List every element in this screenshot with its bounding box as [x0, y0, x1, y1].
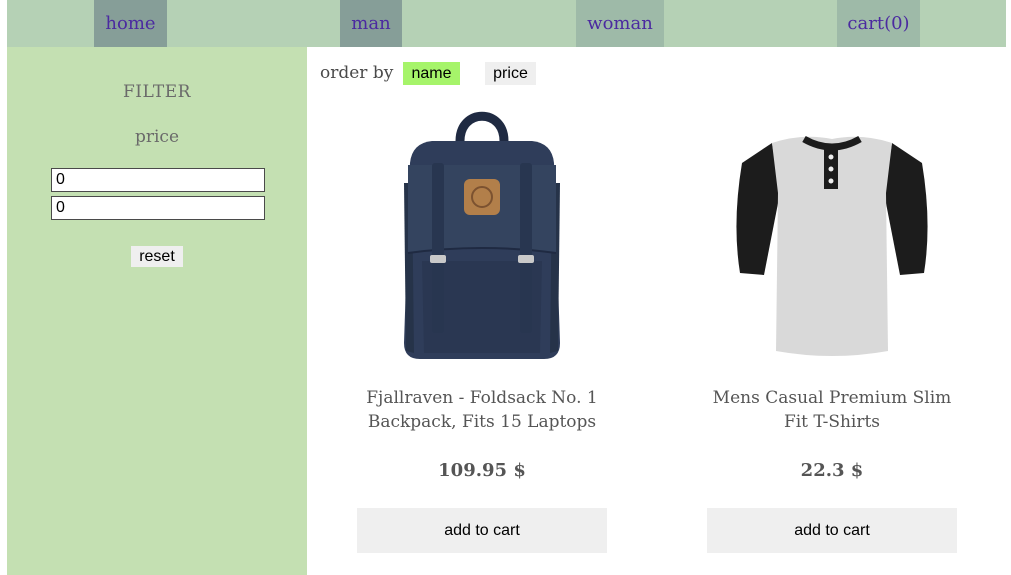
- price-filter-label: price: [134, 127, 180, 147]
- product-name[interactable]: Fjallraven - Foldsack No. 1 Backpack, Fi…: [357, 386, 607, 434]
- max-price-input[interactable]: [51, 196, 265, 220]
- nav-home[interactable]: home: [94, 0, 167, 47]
- currency-symbol: $: [850, 460, 864, 481]
- nav-man[interactable]: man: [340, 0, 402, 47]
- filter-title: FILTER: [123, 82, 191, 102]
- price-value: 109.95: [438, 460, 508, 481]
- product-price: 109.95 $: [357, 460, 607, 481]
- order-by-label: order by: [320, 63, 394, 83]
- add-to-cart-button[interactable]: add to cart: [357, 508, 607, 553]
- product-price: 22.3 $: [707, 460, 957, 481]
- backpack-image[interactable]: [352, 103, 612, 365]
- sort-by-name-button[interactable]: name: [403, 62, 460, 85]
- min-price-input[interactable]: [51, 168, 265, 192]
- sort-by-price-button[interactable]: price: [485, 62, 536, 85]
- reset-button[interactable]: reset: [131, 246, 183, 267]
- tshirt-image[interactable]: [702, 103, 962, 365]
- nav-cart[interactable]: cart(0): [837, 0, 920, 47]
- filter-sidebar: FILTER price reset: [7, 47, 307, 575]
- price-value: 22.3: [800, 460, 845, 481]
- product-name[interactable]: Mens Casual Premium Slim Fit T-Shirts: [707, 386, 957, 434]
- top-nav: home man woman cart(0): [7, 0, 1006, 47]
- currency-symbol: $: [513, 460, 526, 481]
- add-to-cart-button[interactable]: add to cart: [707, 508, 957, 553]
- nav-woman[interactable]: woman: [576, 0, 664, 47]
